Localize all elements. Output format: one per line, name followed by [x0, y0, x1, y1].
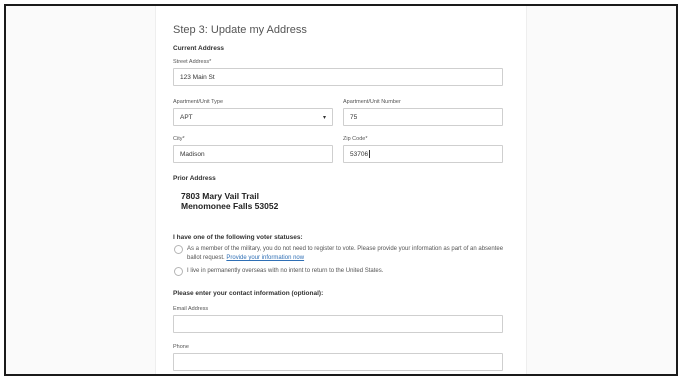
- military-option[interactable]: As a member of the military, you do not …: [173, 245, 513, 263]
- city-input[interactable]: Madison: [173, 145, 333, 163]
- street-address-input[interactable]: 123 Main St: [173, 68, 503, 86]
- city-zip-row: City* Madison Zip Code* 53706: [173, 136, 503, 163]
- prior-address-heading: Prior Address: [173, 175, 216, 182]
- city-value: Madison: [180, 150, 205, 158]
- apartment-row: Apartment/Unit Type APT ▾ Apartment/Unit…: [173, 99, 503, 126]
- email-label: Email Address: [173, 306, 209, 312]
- email-input[interactable]: [173, 315, 503, 333]
- right-gutter: [526, 6, 676, 374]
- radio-circle-icon[interactable]: [174, 245, 183, 254]
- zip-label: Zip Code*: [343, 136, 368, 142]
- email-group: Email Address: [173, 306, 503, 333]
- apt-number-group: Apartment/Unit Number 75: [343, 99, 503, 126]
- phone-input[interactable]: [173, 353, 503, 371]
- zip-group: Zip Code* 53706: [343, 136, 503, 163]
- browser-frame: Step 3: Update my Address Current Addres…: [4, 4, 678, 376]
- prior-address-line2: Menomonee Falls 53052: [181, 201, 279, 211]
- street-address-group: Street Address* 123 Main St: [173, 59, 503, 86]
- overseas-option[interactable]: I live in permanently overseas with no i…: [173, 267, 513, 276]
- street-address-label: Street Address*: [173, 59, 212, 65]
- phone-label: Phone: [173, 344, 189, 350]
- overseas-option-label: I live in permanently overseas with no i…: [187, 268, 384, 274]
- military-option-label: As a member of the military, you do not …: [187, 245, 513, 263]
- apt-number-label: Apartment/Unit Number: [343, 99, 401, 105]
- apt-type-label: Apartment/Unit Type: [173, 99, 224, 105]
- zip-input[interactable]: 53706: [343, 145, 503, 163]
- street-address-value: 123 Main St: [180, 73, 215, 81]
- apt-number-input[interactable]: 75: [343, 108, 503, 126]
- page-title: Step 3: Update my Address: [173, 24, 307, 36]
- current-address-heading: Current Address: [173, 45, 225, 52]
- city-label: City*: [173, 136, 185, 142]
- left-gutter: [6, 6, 156, 374]
- phone-group: Phone: [173, 344, 503, 371]
- contact-heading: Please enter your contact information (o…: [173, 290, 324, 297]
- prior-address-line1: 7803 Mary Vail Trail: [181, 191, 259, 201]
- provide-info-link[interactable]: Provide your information now: [226, 255, 304, 261]
- apt-type-group: Apartment/Unit Type APT ▾: [173, 99, 333, 126]
- apt-number-value: 75: [350, 113, 358, 121]
- apt-type-value: APT: [180, 113, 193, 121]
- zip-value: 53706: [350, 150, 369, 158]
- prior-address-text: 7803 Mary Vail Trail Menomonee Falls 530…: [181, 191, 278, 211]
- text-cursor: [369, 150, 371, 158]
- radio-circle-icon[interactable]: [174, 267, 183, 276]
- apt-type-select[interactable]: APT ▾: [173, 108, 333, 126]
- voter-status-heading: I have one of the following voter status…: [173, 234, 303, 241]
- city-group: City* Madison: [173, 136, 333, 163]
- chevron-down-icon: ▾: [322, 114, 326, 121]
